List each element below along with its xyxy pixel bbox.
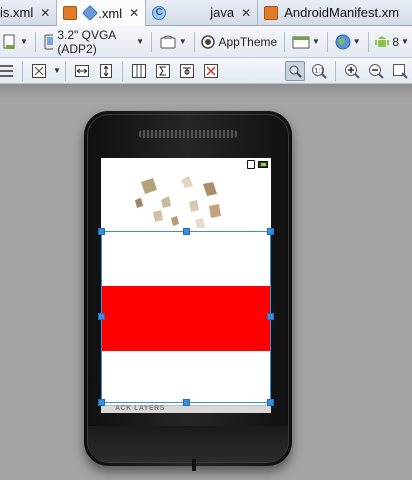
bottom-label: ACK LAYERS [115, 405, 165, 412]
toolbar-divider [193, 31, 195, 52]
toolbar-divider [64, 60, 66, 81]
tab-label: is.xml [0, 5, 34, 20]
orientation-dropdown[interactable]: ▼ [156, 31, 190, 53]
distribute-weights-button[interactable] [129, 61, 149, 81]
close-icon[interactable]: ✕ [241, 6, 251, 20]
resize-button[interactable] [29, 61, 49, 81]
toolbar-divider [367, 31, 369, 52]
canvas-top-shadow [0, 84, 412, 98]
toolbar-divider [34, 31, 36, 52]
toggle-fill-height-button[interactable] [96, 61, 116, 81]
layout-actions-toolbar: ▼ 1:1 [0, 58, 412, 84]
manifest-file-icon [264, 5, 279, 20]
resize-handle-n[interactable] [183, 228, 190, 235]
speaker-grille [139, 130, 237, 138]
toolbar-divider [326, 31, 328, 52]
battery-icon [258, 161, 268, 168]
resize-handle-nw[interactable] [98, 228, 105, 235]
activity-icon [292, 36, 310, 48]
device-icon [44, 34, 54, 49]
weight-button[interactable] [177, 61, 197, 81]
tab-is-xml[interactable]: is.xml ✕ [0, 0, 58, 25]
menu-icon [0, 64, 13, 77]
selection-box[interactable] [98, 228, 274, 406]
locale-dropdown[interactable]: ▼ [332, 31, 364, 53]
device-pin [192, 459, 196, 471]
chevron-down-icon: ▼ [401, 37, 409, 46]
clear-weights-button[interactable] [201, 61, 221, 81]
theme-label: AppTheme [218, 34, 278, 49]
close-icon[interactable]: ✕ [129, 6, 139, 20]
tab-layout-xml[interactable]: .xml ✕ [57, 0, 147, 26]
status-bar [101, 158, 271, 171]
distribute-icon [131, 63, 146, 78]
toolbar-divider [335, 60, 336, 81]
chevron-down-icon: ▼ [311, 37, 320, 46]
activity-dropdown[interactable]: ▼ [289, 31, 323, 53]
device-label: 3.2" QVGA (ADP2) [57, 27, 116, 56]
chevron-down-icon: ▼ [53, 66, 61, 75]
orientation-icon [160, 35, 176, 48]
tab-label: java [210, 5, 235, 20]
chevron-down-icon: ▼ [352, 37, 361, 46]
assign-weight-button[interactable] [153, 61, 173, 81]
zoom-actual-size-button[interactable]: 1:1 [309, 61, 329, 81]
layout-file-icon [3, 34, 15, 49]
editor-tab-bar: is.xml ✕ .xml ✕ C java ✕ AndroidManifest… [0, 0, 412, 26]
globe-icon [335, 34, 351, 49]
zoom-out-icon [369, 63, 384, 79]
api-level-dropdown[interactable]: 8 ▼ [372, 31, 412, 53]
fill-height-icon [99, 63, 112, 78]
config-chooser[interactable]: ▼ [0, 31, 31, 53]
zoom-100-icon: 1:1 [312, 63, 327, 79]
resize-handle-se[interactable] [267, 399, 274, 406]
sigma-icon [155, 63, 170, 78]
resize-handle-s[interactable] [183, 399, 190, 406]
tab-label: .xml [98, 5, 123, 21]
weight-icon [179, 63, 194, 78]
resize-handle-ne[interactable] [267, 228, 274, 235]
signal-icon [247, 160, 255, 169]
theme-dropdown[interactable]: AppTheme [198, 31, 280, 53]
hamburger-button[interactable] [0, 61, 16, 81]
tab-label: AndroidManifest.xm [284, 5, 400, 20]
toolbar-divider [22, 60, 23, 81]
resize-icon [32, 63, 46, 78]
toolbar-divider [121, 60, 123, 81]
device-chin [88, 426, 288, 462]
bottom-bar: ACK LAYERS [101, 405, 271, 413]
toggle-fill-width-button[interactable] [72, 61, 92, 81]
chevron-down-icon: ▼ [136, 37, 144, 46]
close-icon[interactable]: ✕ [40, 6, 50, 20]
zoom-fit-icon [393, 63, 408, 79]
emulate-real-size-button[interactable] [285, 60, 305, 81]
resize-handle-sw[interactable] [98, 399, 105, 406]
resize-handle-w[interactable] [98, 313, 105, 320]
layout-config-toolbar: ▼ 3.2" QVGA (ADP2) ▼ ▼ AppTheme ▼ ▼ 8 ▼ [0, 26, 412, 58]
java-class-icon: C [152, 5, 167, 20]
api-level-label: 8 [392, 34, 400, 49]
chevron-down-icon: ▼ [178, 37, 187, 46]
chevron-down-icon: ▼ [20, 37, 28, 46]
zoom-in-button[interactable] [342, 61, 362, 81]
theme-icon [201, 34, 216, 49]
tab-android-manifest[interactable]: AndroidManifest.xm [258, 0, 405, 25]
toolbar-divider [150, 31, 152, 52]
fill-width-icon [74, 64, 89, 77]
zoom-in-icon [345, 63, 360, 79]
zoom-fit-button[interactable] [390, 61, 410, 81]
toolbar-divider [284, 31, 285, 52]
xml-file-icon [63, 6, 78, 20]
device-dropdown[interactable]: 3.2" QVGA (ADP2) ▼ [40, 27, 147, 56]
magnifier-icon [289, 65, 302, 78]
layout-file-icon [82, 5, 99, 21]
zoom-out-button[interactable] [366, 61, 386, 81]
clear-weights-icon [203, 63, 218, 78]
tab-java[interactable]: C java ✕ [146, 0, 259, 25]
resize-handle-e[interactable] [267, 313, 274, 320]
android-icon [375, 36, 390, 47]
scattered-image [135, 176, 221, 228]
